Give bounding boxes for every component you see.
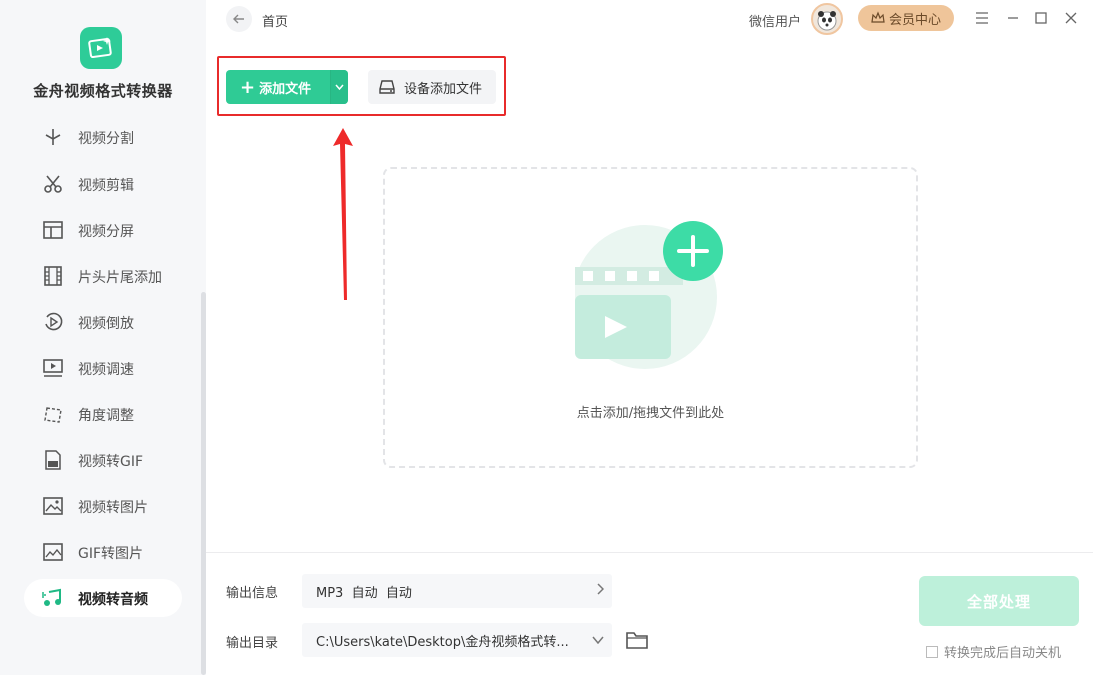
auto-shutdown-label: 转换完成后自动关机 <box>944 646 1062 661</box>
file-drop-zone[interactable]: 点击添加/拖拽文件到此处 <box>383 167 918 468</box>
footer-divider <box>206 552 1093 553</box>
output-info-field[interactable]: MP3 自动 自动 <box>302 574 612 608</box>
app-logo-icon <box>80 27 122 69</box>
drop-hint: 点击添加/拖拽文件到此处 <box>576 406 725 421</box>
sidebar-item-split-screen[interactable]: 视频分屏 <box>24 211 182 249</box>
image-icon <box>43 497 63 515</box>
sidebar-nav: 视频分割 视频剪辑 视频分屏 片头片尾添加 视频倒放 视频调速 角度调整 视频转… <box>0 124 206 675</box>
sidebar-item-intro-outro[interactable]: 片头片尾添加 <box>24 257 182 295</box>
sidebar-item-reverse[interactable]: 视频倒放 <box>24 303 182 341</box>
sidebar-item-video-to-image[interactable]: 视频转图片 <box>24 487 182 525</box>
close-icon <box>1065 12 1077 24</box>
menu-button[interactable] <box>973 9 991 27</box>
sidebar-item-label: 视频剪辑 <box>78 178 134 194</box>
sidebar-item-label: 视频倒放 <box>78 316 134 332</box>
output-dir-label: 输出目录 <box>226 636 279 651</box>
chevron-down-icon <box>592 636 604 644</box>
minimize-icon <box>1008 17 1018 19</box>
add-video-illustration-icon <box>575 221 723 369</box>
sidebar-item-video-edit[interactable]: 视频剪辑 <box>24 165 182 203</box>
sidebar-item-label: 视频调速 <box>78 362 134 378</box>
breadcrumb[interactable]: 首页 <box>262 11 288 30</box>
add-file-dropdown[interactable] <box>330 70 348 104</box>
sidebar-item-video-to-gif[interactable]: 视频转GIF <box>24 441 182 479</box>
film-strip-icon <box>44 266 62 286</box>
gif-icon <box>45 450 61 470</box>
rotate-icon <box>44 407 62 423</box>
sidebar-item-speed[interactable]: 视频调速 <box>24 349 182 387</box>
crown-icon <box>871 11 885 23</box>
back-button[interactable] <box>226 6 252 32</box>
output-dir-field[interactable]: C:\Users\kate\Desktop\金舟视频格式转... <box>302 623 612 657</box>
avatar[interactable] <box>811 3 843 35</box>
add-file-button[interactable]: + 添加文件 <box>226 70 348 104</box>
sidebar-item-label: 视频转图片 <box>78 500 148 516</box>
music-note-icon <box>42 588 61 606</box>
minimize-button[interactable] <box>1004 9 1022 27</box>
auto-shutdown-option[interactable]: 转换完成后自动关机 <box>926 642 1061 661</box>
split-screen-icon <box>43 221 63 239</box>
device-add-file-button[interactable]: 设备添加文件 <box>368 70 496 104</box>
auto-shutdown-checkbox[interactable] <box>926 645 938 658</box>
plus-icon: + <box>240 76 256 98</box>
hamburger-icon <box>976 12 988 24</box>
sidebar-scrollbar[interactable] <box>201 292 206 675</box>
output-info-value: MP3 自动 自动 <box>316 585 412 601</box>
sidebar-item-label: 视频分屏 <box>78 224 134 240</box>
speed-icon <box>43 359 63 377</box>
sidebar-item-label: 视频分割 <box>78 131 134 147</box>
sidebar-item-label: GIF转图片 <box>78 546 144 562</box>
scissors-icon <box>44 175 62 193</box>
sidebar-item-video-to-audio[interactable]: 视频转音频 <box>24 579 182 617</box>
close-button[interactable] <box>1062 9 1080 27</box>
process-all-button[interactable]: 全部处理 <box>919 576 1079 626</box>
sidebar-item-video-split[interactable]: 视频分割 <box>24 124 182 156</box>
sidebar-item-rotate[interactable]: 角度调整 <box>24 395 182 433</box>
hard-drive-icon <box>379 80 395 94</box>
sidebar-item-label: 角度调整 <box>78 408 134 424</box>
sidebar-item-label: 视频转GIF <box>78 454 144 470</box>
output-info-label: 输出信息 <box>226 586 279 601</box>
maximize-button[interactable] <box>1032 9 1050 27</box>
gif-image-icon <box>43 543 63 561</box>
add-file-main[interactable]: + 添加文件 <box>226 70 330 104</box>
maximize-icon <box>1035 12 1047 24</box>
panda-avatar-icon <box>817 11 837 31</box>
user-name[interactable]: 微信用户 <box>749 11 801 30</box>
vip-center-button[interactable]: 会员中心 <box>858 5 954 31</box>
sidebar: 金舟视频格式转换器 视频分割 视频剪辑 视频分屏 片头片尾添加 视频倒放 视频调… <box>0 0 206 675</box>
sidebar-item-label: 片头片尾添加 <box>78 270 162 286</box>
add-file-label: 添加文件 <box>259 81 312 97</box>
video-split-icon <box>45 129 61 145</box>
output-dir-value: C:\Users\kate\Desktop\金舟视频格式转... <box>316 634 569 650</box>
vip-center-label: 会员中心 <box>888 12 941 28</box>
device-add-file-label: 设备添加文件 <box>404 81 483 97</box>
sidebar-item-label: 视频转音频 <box>78 592 148 608</box>
chevron-right-icon <box>597 583 604 595</box>
chevron-down-icon <box>335 84 344 90</box>
arrow-left-icon <box>233 14 244 24</box>
sidebar-item-gif-to-image[interactable]: GIF转图片 <box>24 533 182 571</box>
reverse-play-icon <box>45 312 63 331</box>
folder-icon[interactable] <box>626 630 648 650</box>
red-arrow-annotation <box>333 128 353 300</box>
app-name: 金舟视频格式转换器 <box>33 82 173 100</box>
